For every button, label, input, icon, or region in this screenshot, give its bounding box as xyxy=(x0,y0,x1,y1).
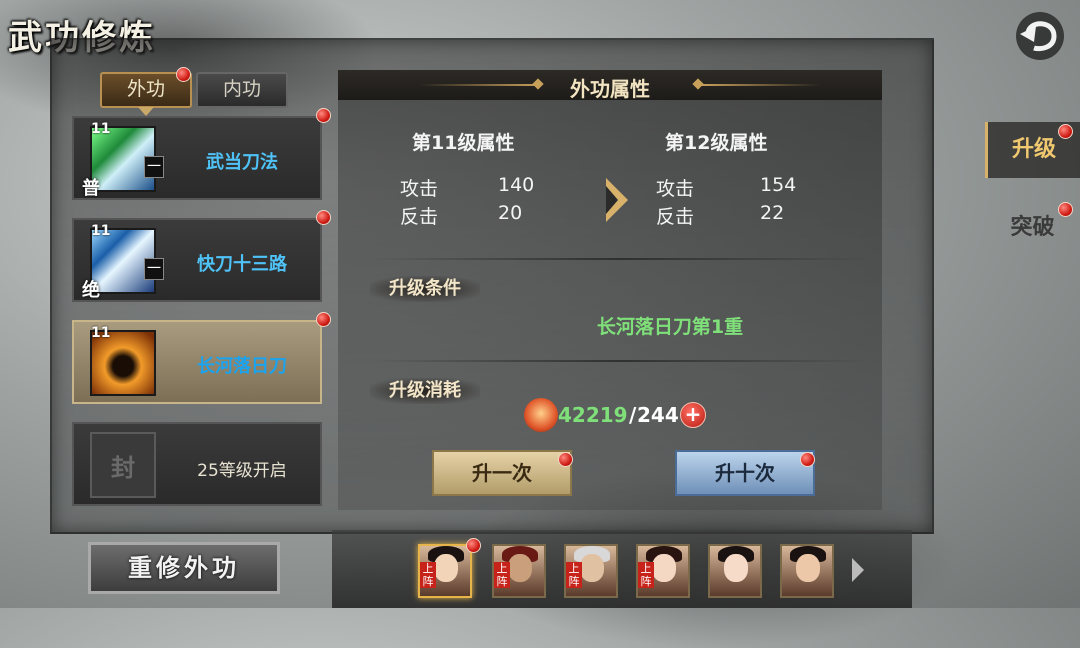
lock-icon: 封 xyxy=(90,432,156,498)
next-stat-label-attack: 攻击 xyxy=(656,178,695,200)
notification-dot xyxy=(176,67,191,82)
rebuild-skill-button[interactable]: 重修外功 xyxy=(88,542,280,594)
notification-dot xyxy=(1058,202,1073,217)
notification-dot xyxy=(800,452,815,467)
lock-glyph: 封 xyxy=(111,453,135,482)
upgrade-condition-label: 升级条件 xyxy=(370,276,480,302)
resource-current: 42219 xyxy=(558,403,628,427)
arrow-right-icon xyxy=(606,178,628,222)
skill-name: 长河落日刀 xyxy=(197,356,287,377)
skill-level: 11 xyxy=(91,325,111,341)
notification-dot xyxy=(558,452,573,467)
unlock-requirement: 25等级开启 xyxy=(197,461,287,481)
notification-dot xyxy=(466,538,481,553)
attribute-panel-title: 外功属性 xyxy=(570,77,650,101)
hero-portrait-2[interactable]: 上阵 xyxy=(492,544,546,598)
on-team-tag: 上阵 xyxy=(566,562,582,588)
upgrade-ten-button[interactable]: 升十次 xyxy=(675,450,815,496)
skill-item-locked[interactable]: 封 25等级开启 xyxy=(72,422,322,506)
notification-dot xyxy=(316,108,331,123)
divider xyxy=(370,258,870,260)
upgrade-cost-label: 升级消耗 xyxy=(370,378,480,404)
skill-item-wudang-blade[interactable]: 11 一 普 武当刀法 xyxy=(72,116,322,200)
resource-icon xyxy=(524,398,558,432)
resource-required: 244 xyxy=(637,403,679,427)
back-arrow-icon[interactable] xyxy=(1010,4,1070,64)
divider xyxy=(370,360,870,362)
hero-portrait-4[interactable]: 上阵 xyxy=(636,544,690,598)
skill-item-fast-blade[interactable]: 11 一 绝 快刀十三路 xyxy=(72,218,322,302)
resource-separator: / xyxy=(629,403,637,427)
next-stat-label-counter: 反击 xyxy=(656,206,695,228)
skill-mark: 一 xyxy=(144,258,164,280)
skill-grade: 普 xyxy=(82,178,100,199)
hero-portrait-5[interactable] xyxy=(708,544,762,598)
skill-name: 快刀十三路 xyxy=(197,254,287,275)
hero-portrait-1[interactable]: 上阵 xyxy=(418,544,472,598)
skill-level: 11 xyxy=(91,223,111,239)
on-team-tag: 上阵 xyxy=(638,562,654,588)
stat-label-attack: 攻击 xyxy=(400,178,439,200)
add-resource-button[interactable]: + xyxy=(680,402,706,428)
skill-name: 武当刀法 xyxy=(206,152,278,173)
on-team-tag: 上阵 xyxy=(420,562,436,588)
tab-internal-skill[interactable]: 内功 xyxy=(196,72,288,108)
stat-label-counter: 反击 xyxy=(400,206,439,228)
notification-dot xyxy=(316,312,331,327)
on-team-tag: 上阵 xyxy=(494,562,510,588)
skill-grade: 绝 xyxy=(82,280,100,301)
skill-level: 11 xyxy=(91,121,111,137)
current-level-header: 第11级属性 xyxy=(412,132,515,154)
notification-dot xyxy=(1058,124,1073,139)
next-level-header: 第12级属性 xyxy=(665,132,768,154)
upgrade-condition-text: 长河落日刀第1重 xyxy=(596,316,744,338)
next-stat-value-attack: 154 xyxy=(760,174,797,196)
notification-dot xyxy=(316,210,331,225)
stat-value-attack: 140 xyxy=(498,174,535,196)
skill-item-sunset-blade[interactable]: 11 长河落日刀 xyxy=(72,320,322,404)
hero-portrait-3[interactable]: 上阵 xyxy=(564,544,618,598)
hero-portrait-6[interactable] xyxy=(780,544,834,598)
chevron-right-icon[interactable] xyxy=(852,558,864,582)
skill-mark: 一 xyxy=(144,156,164,178)
stat-value-counter: 20 xyxy=(498,202,523,224)
upgrade-once-button[interactable]: 升一次 xyxy=(432,450,572,496)
next-stat-value-counter: 22 xyxy=(760,202,785,224)
